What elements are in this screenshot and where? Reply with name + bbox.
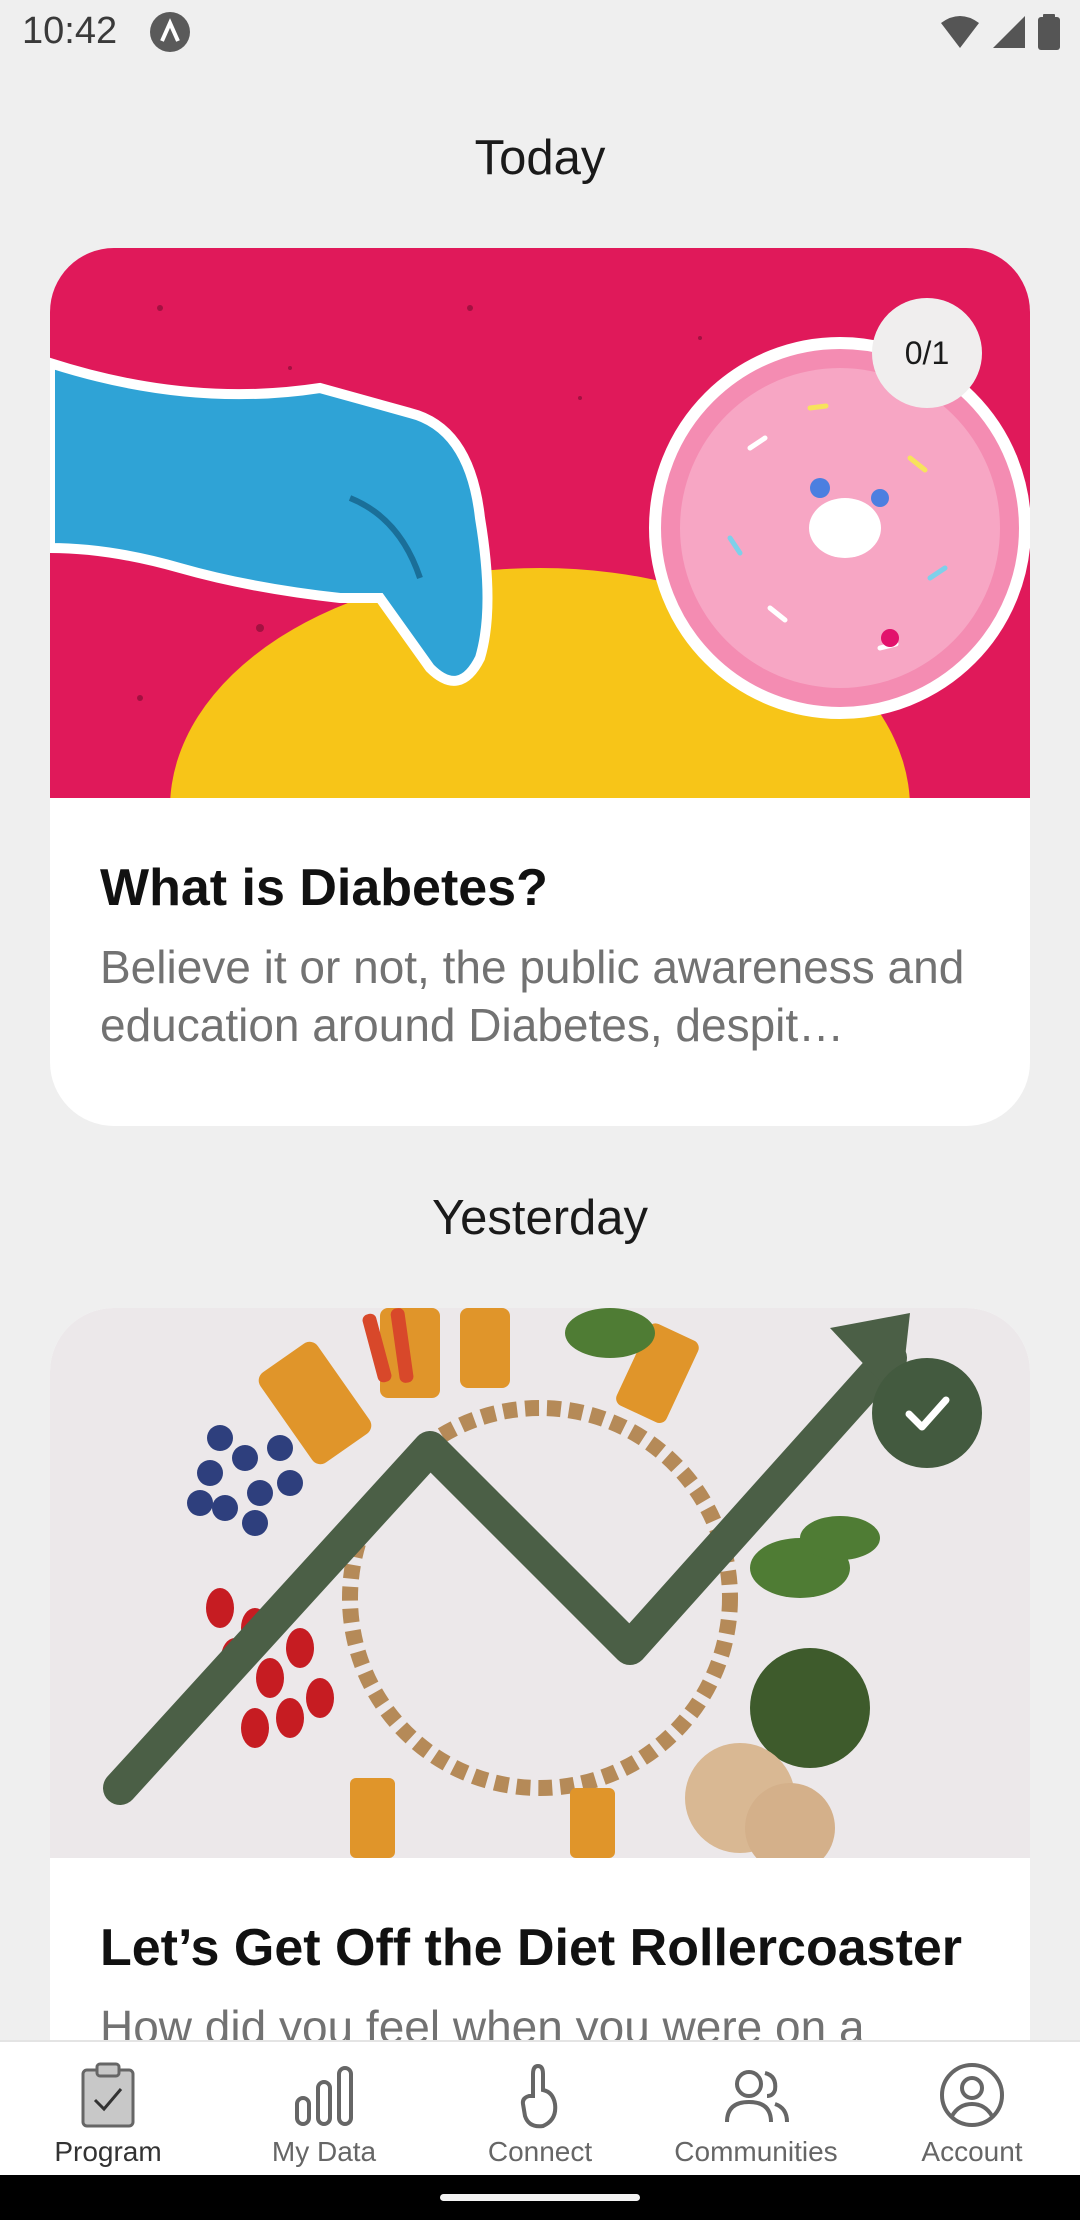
nav-item-program[interactable]: Program — [0, 2042, 216, 2177]
gesture-navigation-bar — [0, 2175, 1080, 2220]
nav-label: Program — [54, 2136, 162, 2167]
progress-badge: 0/1 — [872, 298, 982, 408]
nav-label: Connect — [487, 2136, 593, 2167]
card-title: What is Diabetes? — [100, 859, 548, 917]
nav-item-account[interactable]: Account — [864, 2042, 1080, 2177]
app-notification-icon — [150, 12, 190, 52]
wifi-icon — [941, 16, 979, 48]
signal-icon — [993, 16, 1025, 48]
completed-check-icon — [872, 1358, 982, 1468]
card-description: Believe it or not, the public awareness … — [100, 941, 965, 1051]
lesson-card-diet-rollercoaster[interactable]: Let’s Get Off the Diet Rollercoaster How… — [50, 1308, 1030, 2040]
nav-item-communities[interactable]: Communities — [648, 2042, 864, 2177]
card-title: Let’s Get Off the Diet Rollercoaster — [100, 1919, 963, 1977]
nav-label: My Data — [271, 2136, 377, 2167]
bar-chart-icon — [295, 2066, 353, 2126]
status-bar: 10:42 — [0, 0, 1080, 66]
card-description: How did you feel when you were on a — [100, 2001, 865, 2040]
battery-icon — [1038, 14, 1060, 50]
nav-item-my-data[interactable]: My Data — [216, 2042, 432, 2177]
finger-touch-icon — [520, 2063, 558, 2129]
status-icons — [940, 14, 1060, 50]
home-gesture-handle[interactable] — [440, 2194, 640, 2201]
nav-label: Communities — [674, 2136, 838, 2167]
clipboard-check-icon — [81, 2062, 135, 2128]
account-circle-icon — [940, 2063, 1004, 2127]
section-title-today: Today — [474, 131, 606, 185]
program-feed[interactable]: Today 0/1 What is Diabetes? Believe it o… — [0, 66, 1080, 2040]
bottom-navigation: Program My Data Connect Communities Acco… — [0, 2040, 1080, 2177]
status-time: 10:42 — [22, 10, 118, 52]
people-icon — [725, 2070, 789, 2123]
lesson-card-diabetes[interactable]: 0/1 What is Diabetes? Believe it or not,… — [50, 248, 1030, 1126]
nav-item-connect[interactable]: Connect — [432, 2042, 648, 2177]
nav-label: Account — [921, 2136, 1023, 2167]
section-title-yesterday: Yesterday — [431, 1191, 649, 1245]
